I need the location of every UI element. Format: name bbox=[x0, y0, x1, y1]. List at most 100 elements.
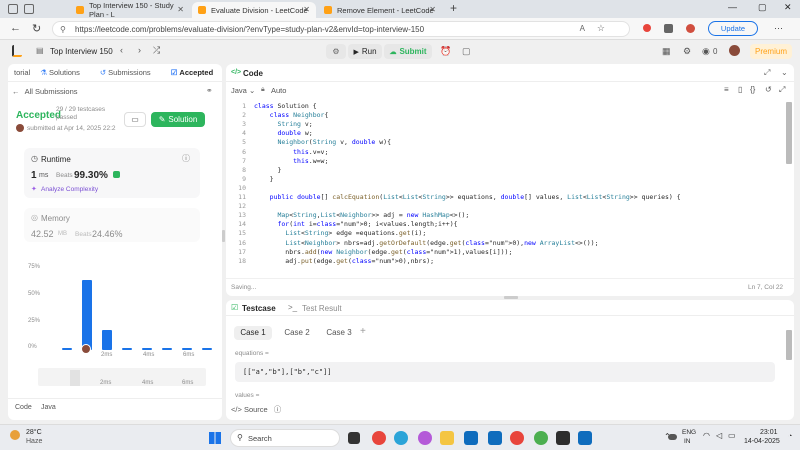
close-icon[interactable]: ✕ bbox=[303, 5, 310, 14]
test-result-tab[interactable]: Test Result bbox=[302, 304, 342, 313]
layout-icon[interactable]: ▦ bbox=[662, 46, 671, 57]
chrome-icon[interactable] bbox=[372, 431, 386, 445]
chart-bar[interactable] bbox=[82, 280, 92, 350]
horizontal-splitter[interactable] bbox=[504, 296, 518, 299]
run-button[interactable]: ▶ Run bbox=[348, 44, 382, 59]
prev-problem-icon[interactable]: ‹ bbox=[120, 45, 123, 55]
close-icon[interactable]: ✕ bbox=[177, 5, 184, 14]
browser-tab-2[interactable]: Evaluate Division - LeetCode ✕ bbox=[192, 2, 316, 18]
chart-range-strip[interactable]: 2ms 4ms 6ms bbox=[38, 368, 206, 386]
chart-bar[interactable] bbox=[142, 347, 152, 350]
case-tab-1[interactable]: Case 1 bbox=[234, 326, 272, 340]
memory-card[interactable]: ◎ Memory 42.52 MB Beats 24.46% bbox=[24, 208, 200, 242]
minimize-icon[interactable]: — bbox=[728, 2, 737, 12]
clock-time[interactable]: 23:01 bbox=[760, 429, 778, 436]
code-line[interactable]: this.w=w; bbox=[254, 157, 328, 165]
language-select[interactable]: Java ⌄ bbox=[231, 86, 255, 95]
pane-splitter[interactable] bbox=[222, 230, 225, 242]
code-line[interactable]: double w; bbox=[254, 129, 312, 137]
notification-icon[interactable]: ◔ bbox=[788, 433, 792, 440]
taskbar-search-box[interactable]: ⚲ Search bbox=[230, 429, 340, 447]
outlook-icon[interactable] bbox=[578, 431, 592, 445]
tab-actions-icon[interactable] bbox=[24, 4, 34, 14]
chart-bar[interactable] bbox=[202, 347, 212, 350]
code-area[interactable]: 1 class Solution {2 class Neighbor{3 Stri… bbox=[226, 102, 786, 272]
all-submissions-link[interactable]: ← All Submissions bbox=[12, 87, 78, 96]
url-field[interactable]: ⚲ https://leetcode.com/problems/evaluate… bbox=[52, 21, 630, 37]
premium-button[interactable]: Premium bbox=[750, 44, 792, 59]
bookmark-icon[interactable]: ▯ bbox=[738, 85, 742, 94]
vscode-icon[interactable] bbox=[556, 431, 570, 445]
code-line[interactable]: List<Neighbor> nbrs=adj.getOrDefault(edg… bbox=[254, 239, 598, 247]
file-explorer-icon[interactable] bbox=[440, 431, 454, 445]
code-line[interactable]: adj.put(edge.get(class="num">0),nbrs); bbox=[254, 257, 434, 265]
wifi-icon[interactable]: ◠ bbox=[703, 431, 710, 440]
range-handle[interactable] bbox=[70, 370, 80, 386]
browser-tab-1[interactable]: Top Interview 150 - Study Plan - L ✕ bbox=[70, 1, 190, 19]
weather-icon[interactable] bbox=[10, 430, 20, 440]
code-line[interactable]: String v; bbox=[254, 120, 312, 128]
code-line[interactable]: nbrs.add(new Neighbor(edge.get(class="nu… bbox=[254, 248, 512, 256]
tab-solutions[interactable]: ⚗ Solutions bbox=[40, 68, 90, 77]
outlook-icon[interactable] bbox=[464, 431, 478, 445]
extension-icon[interactable] bbox=[664, 24, 673, 33]
code-line[interactable]: for(int i=class="num">0; i<values.length… bbox=[254, 220, 457, 228]
editorial-button[interactable]: ▭ bbox=[124, 112, 146, 127]
link-icon[interactable]: ⚭ bbox=[206, 86, 213, 95]
whiteboard-icon[interactable]: ▢ bbox=[462, 46, 471, 57]
format-icon[interactable]: ≡ bbox=[724, 85, 729, 94]
study-plan-title[interactable]: Top Interview 150 bbox=[50, 47, 113, 56]
edge-icon[interactable] bbox=[394, 431, 408, 445]
teams-icon[interactable] bbox=[488, 431, 502, 445]
refresh-icon[interactable]: ↻ bbox=[32, 22, 41, 35]
case-tab-2[interactable]: Case 2 bbox=[278, 326, 316, 340]
braces-icon[interactable]: {} bbox=[750, 85, 755, 94]
testcase-tab[interactable]: Testcase bbox=[242, 304, 276, 313]
submit-button[interactable]: ☁ Submit bbox=[384, 44, 432, 59]
analyze-complexity-link[interactable]: Analyze Complexity bbox=[41, 186, 98, 193]
leetcode-logo-icon[interactable] bbox=[12, 45, 22, 57]
site-info-icon[interactable]: ⚲ bbox=[60, 25, 66, 34]
tab-editorial[interactable]: torial bbox=[14, 68, 30, 77]
maximize-icon[interactable]: ▢ bbox=[758, 2, 767, 13]
chart-bar[interactable] bbox=[62, 347, 72, 350]
extension-icon[interactable] bbox=[686, 24, 695, 33]
code-line[interactable]: class Solution { bbox=[254, 102, 317, 110]
chrome-icon[interactable] bbox=[510, 431, 524, 445]
shuffle-icon[interactable]: ⤮ bbox=[153, 45, 160, 56]
info-icon[interactable]: ⓘ bbox=[182, 153, 190, 164]
add-case-icon[interactable]: + bbox=[360, 326, 366, 337]
chart-bar[interactable] bbox=[102, 329, 112, 350]
more-menu-icon[interactable]: ⋯ bbox=[774, 23, 783, 34]
cloud-icon[interactable] bbox=[668, 434, 677, 440]
back-icon[interactable]: ← bbox=[10, 22, 21, 34]
update-button[interactable]: Update bbox=[708, 21, 758, 36]
input-lang[interactable]: ENG bbox=[682, 429, 696, 436]
browser-tab-3[interactable]: Remove Element - LeetCode ✕ bbox=[318, 2, 442, 18]
battery-icon[interactable]: ▭ bbox=[728, 431, 736, 440]
window-close-icon[interactable]: ✕ bbox=[784, 2, 792, 13]
reset-icon[interactable]: ↺ bbox=[765, 85, 772, 94]
editor-scrollbar[interactable] bbox=[786, 102, 792, 164]
fullscreen-icon[interactable]: ⤢ bbox=[779, 85, 785, 95]
code-line[interactable]: Neighbor(String v, double w){ bbox=[254, 138, 391, 146]
code-line[interactable]: } bbox=[254, 175, 274, 183]
your-submission-avatar[interactable] bbox=[81, 344, 91, 354]
code-line[interactable]: public double[] calcEquation(List<List<S… bbox=[254, 193, 681, 201]
next-problem-icon[interactable]: › bbox=[138, 45, 141, 55]
settings-gear-icon[interactable]: ⚙ bbox=[683, 46, 691, 57]
testcase-scrollbar[interactable] bbox=[786, 330, 792, 360]
source-link[interactable]: </> Source ⓘ bbox=[231, 404, 281, 415]
browser-menu-icon[interactable] bbox=[8, 4, 18, 14]
windows-start-icon[interactable] bbox=[209, 432, 221, 444]
equations-input[interactable]: [["a","b"],["b","c"]] bbox=[235, 362, 775, 382]
read-aloud-icon[interactable]: A bbox=[580, 24, 585, 33]
code-line[interactable]: class Neighbor{ bbox=[254, 111, 329, 119]
expand-icon[interactable]: ⤢ bbox=[764, 68, 770, 78]
code-line[interactable]: } bbox=[254, 166, 281, 174]
debug-button[interactable]: ⚙ bbox=[326, 44, 346, 59]
avatar[interactable] bbox=[729, 45, 740, 56]
case-tab-3[interactable]: Case 3 bbox=[320, 326, 358, 340]
chart-bar[interactable] bbox=[162, 347, 172, 350]
close-icon[interactable]: ✕ bbox=[429, 5, 436, 14]
